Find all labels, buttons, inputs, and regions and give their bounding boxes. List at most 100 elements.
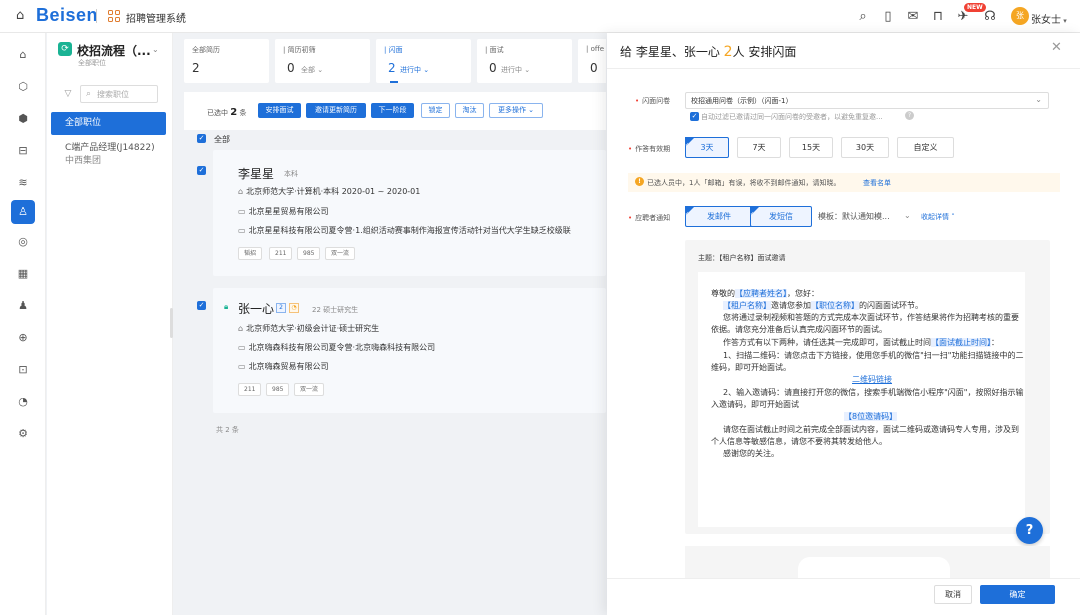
chevron-down-icon[interactable]: ⌄	[904, 211, 911, 220]
notify-sms-option[interactable]: 发短信	[750, 205, 812, 227]
stage-count: 2	[192, 61, 200, 75]
notify-email-option[interactable]: 发邮件	[685, 205, 753, 227]
selected-count: 已选中 2 条	[207, 107, 247, 118]
tag: 985	[297, 247, 321, 260]
cancel-button[interactable]: 取消	[934, 585, 972, 604]
warning-icon: !	[635, 177, 644, 186]
row-checkbox[interactable]: ✓	[197, 166, 206, 175]
count-badge: 2	[276, 303, 286, 313]
notes-icon[interactable]: ▯	[880, 9, 896, 25]
graduation-icon: ⌂	[238, 187, 244, 196]
users-icon[interactable]: ♟	[11, 294, 35, 318]
graduation-icon: ⌂	[238, 324, 244, 333]
select-all-checkbox[interactable]: ✓	[197, 134, 206, 143]
reject-button[interactable]: 淘汰	[455, 103, 484, 118]
invite-code-var: 【8位邀请码】	[844, 412, 898, 421]
sidebar-item-all-jobs[interactable]: 全部职位	[51, 112, 166, 135]
home-icon[interactable]: ⌂	[16, 9, 30, 23]
app-grid-icon[interactable]	[108, 10, 120, 22]
close-icon[interactable]: ✕	[1051, 40, 1062, 55]
validity-option-custom[interactable]: 自定义	[897, 137, 954, 158]
clock-icon[interactable]: ◔	[11, 390, 35, 414]
stage-label: | offe	[586, 45, 604, 53]
job-org: 中西集团	[65, 156, 102, 166]
brand-logo[interactable]: Beisen	[36, 5, 98, 26]
row-checkbox[interactable]: ✓	[197, 301, 206, 310]
more-actions-button[interactable]: 更多操作 ⌄	[489, 103, 543, 118]
validity-option-3d[interactable]: 3天	[685, 136, 729, 158]
stage-screening[interactable]: | 简历初筛 0 全部 ⌄	[275, 39, 370, 83]
candidates-icon[interactable]: ♙	[11, 200, 35, 224]
body-line: 个人信息等敏感信息，请您不要将其转发给他人。	[711, 437, 887, 446]
help-button[interactable]: ?	[1016, 517, 1043, 544]
mail-icon[interactable]: ✉	[905, 9, 921, 25]
stage-filter[interactable]: 进行中 ⌄	[501, 65, 530, 75]
bag-icon[interactable]: ⊓	[930, 9, 946, 25]
cube-icon[interactable]: ⬡	[11, 75, 35, 99]
box-icon[interactable]: ⬢	[11, 107, 35, 131]
schedule-interview-button[interactable]: 安排面试	[258, 103, 301, 118]
stage-label: | 闪面	[384, 46, 403, 54]
home-icon[interactable]: ⌂	[11, 43, 35, 67]
job-search-input[interactable]	[97, 88, 155, 100]
stage-offer[interactable]: | offe 0	[578, 39, 606, 83]
headset-icon[interactable]: ☊	[982, 9, 998, 25]
validity-option-15d[interactable]: 15天	[789, 137, 833, 158]
user-name: 张女士	[1031, 15, 1061, 26]
user-menu[interactable]: 张女士 ▾	[1031, 11, 1067, 26]
stage-flash-interview[interactable]: | 闪面 2 进行中 ⌄	[376, 39, 471, 83]
stage-label: | 简历初筛	[283, 46, 316, 54]
app-title[interactable]: 招聘管理系统	[126, 10, 186, 25]
avatar[interactable]: 张	[1011, 7, 1029, 25]
divider	[607, 68, 1080, 69]
help-icon[interactable]: ?	[905, 111, 914, 120]
invite-update-resume-button[interactable]: 邀请更新简历	[306, 103, 366, 118]
candidate-name[interactable]: 张一心	[238, 300, 274, 317]
resize-handle[interactable]	[170, 308, 173, 338]
search-icon[interactable]: ⌕	[855, 9, 871, 25]
globe-icon[interactable]: ⊕	[11, 326, 35, 350]
stage-filter[interactable]: 进行中 ⌄	[400, 65, 429, 75]
sidebar-subtitle: 全部职位	[78, 59, 106, 67]
divider	[96, 9, 97, 23]
filter-icon[interactable]: ▽	[61, 87, 75, 101]
confirm-button[interactable]: 确定	[980, 585, 1055, 604]
lock-button[interactable]: 锁定	[421, 103, 450, 118]
calendar-icon[interactable]: ▦	[11, 262, 35, 286]
job-search[interactable]: ⌕	[80, 85, 158, 103]
settings-icon[interactable]: ⚙	[11, 422, 35, 446]
target-icon[interactable]: ◎	[11, 230, 35, 254]
panel-title: 给 李星星、张一心 2人 安排闪面	[620, 44, 797, 60]
auto-filter-checkbox[interactable]: ✓	[690, 112, 699, 121]
chevron-down-icon[interactable]: ⌄	[152, 45, 159, 54]
body-line: 1、扫描二维码：请您点击下方链接，使用您手机的微信"扫一扫"功能扫描链接中的二	[723, 351, 1024, 360]
stage-all[interactable]: 全部简历 2	[184, 39, 269, 83]
body-line: 您将通过录制视频和答题的方式完成本次面试环节，作答结果将作为招聘考核的重要	[723, 313, 1019, 322]
questionnaire-select[interactable]: 校招通用问卷（示例）（闪面-1） ⌄	[685, 92, 1049, 109]
company-row: ▭ 北京嗨森科技有限公司夏令营·北京嗨森科技有限公司	[238, 343, 436, 352]
sidebar-title[interactable]: 校招流程（...	[77, 42, 151, 59]
sidebar-item-job[interactable]: C端产品经理(J14822) 中西集团	[65, 142, 155, 168]
chevron-down-icon[interactable]: ▾	[181, 10, 185, 19]
view-list-link[interactable]: 查看名单	[863, 178, 891, 188]
body-line: 作答方式有以下两种，请任选其一完成即可，面试截止时间【面试截止时间】：	[723, 338, 999, 347]
layers-icon[interactable]: ≋	[11, 171, 35, 195]
briefcase-icon[interactable]: ⊟	[11, 139, 35, 163]
next-stage-button[interactable]: 下一阶段	[371, 103, 414, 118]
body-line: 感谢您的关注。	[723, 449, 779, 458]
validity-option-30d[interactable]: 30天	[841, 137, 889, 158]
collapse-details-link[interactable]: 收起详情 ˄	[921, 212, 955, 222]
validity-option-7d[interactable]: 7天	[737, 137, 781, 158]
selected-check-icon	[750, 205, 760, 224]
notify-label: • 应聘者通知	[628, 214, 671, 222]
building-icon: ▭	[238, 207, 246, 216]
qr-code-link[interactable]: 二维码链接	[852, 374, 892, 385]
body-line: 请您在面试截止时间之前完成全部面试内容，面试二维码或邀请码专人专用，涉及到	[723, 425, 1019, 434]
candidate-name[interactable]: 李星星	[238, 165, 274, 182]
bookmark-icon[interactable]: ⊡	[11, 358, 35, 382]
body-line: 依据。请您充分准备后认真完成闪面环节的面试。	[711, 325, 887, 334]
education-row: ⌂ 北京师范大学·初级会计证·硕士研究生	[238, 324, 380, 333]
template-select[interactable]: 模板：默认通知模...	[818, 211, 890, 222]
stage-filter[interactable]: 全部 ⌄	[301, 65, 323, 75]
stage-interview[interactable]: | 面试 0 进行中 ⌄	[477, 39, 572, 83]
